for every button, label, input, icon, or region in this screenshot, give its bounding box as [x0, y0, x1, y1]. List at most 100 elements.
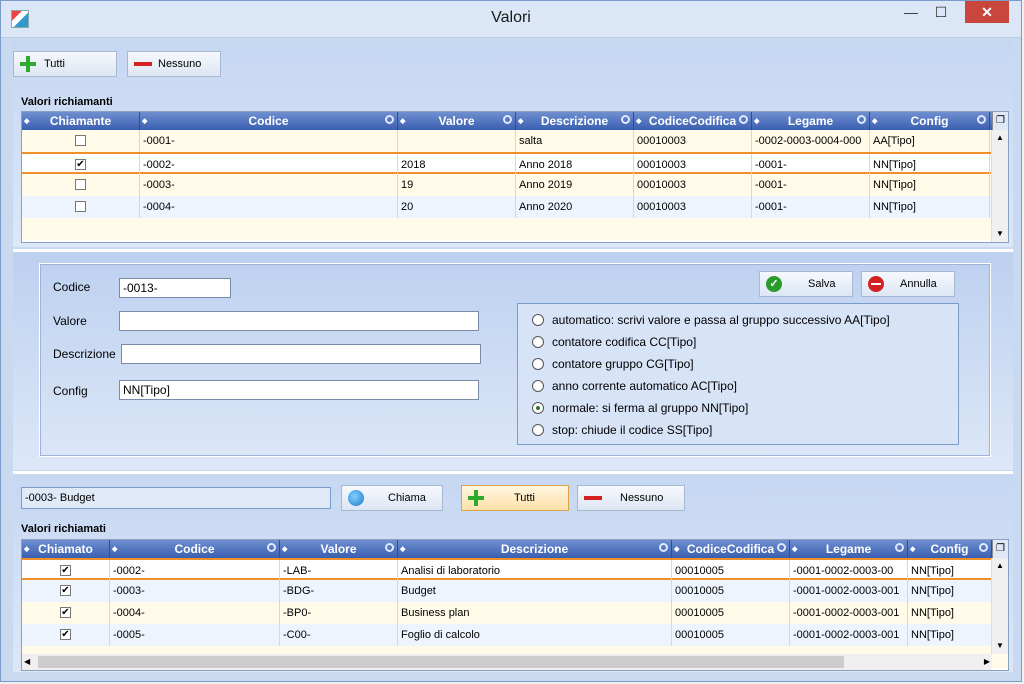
row-checkbox-cell[interactable] [22, 196, 140, 218]
radio-button[interactable] [532, 402, 544, 414]
row-checkbox-cell[interactable] [22, 174, 140, 196]
calling-values-grid[interactable]: ◆ Chiamante ◆ Codice ◆ Valore ◆ Descrizione ◆ Cod… [21, 111, 1009, 243]
column-header[interactable]: ◆ Valore [280, 540, 398, 558]
column-header[interactable]: ◆ Descrizione [398, 540, 672, 558]
column-header[interactable]: ◆ Codice [140, 112, 398, 130]
scroll-thumb[interactable] [38, 656, 844, 668]
vertical-scrollbar[interactable]: ▲ ▼ [991, 130, 1008, 242]
vertical-scrollbar[interactable]: ▲ ▼ [991, 558, 1008, 654]
row-checkbox-cell[interactable]: ✔ [22, 602, 110, 624]
column-header[interactable]: ◆ CodiceCodifica [672, 540, 790, 558]
radio-button[interactable] [532, 358, 544, 370]
column-header[interactable]: ◆ Legame [752, 112, 870, 130]
horizontal-scrollbar[interactable]: ◀ ▶ [22, 654, 992, 670]
column-search-icon[interactable] [267, 543, 276, 552]
column-header[interactable]: ◆ Config [908, 540, 992, 558]
select-all-calling-button[interactable]: Tutti [13, 51, 117, 77]
column-search-icon[interactable] [385, 115, 394, 124]
behavior-option[interactable]: automatico: scrivi valore e passa al gru… [532, 310, 890, 330]
called-values-grid[interactable]: ◆ Chiamato ◆ Codice ◆ Valore ◆ Descrizione ◆ Codi… [21, 539, 1009, 671]
row-checkbox[interactable]: ✔ [60, 629, 71, 640]
row-checkbox-cell[interactable] [22, 130, 140, 152]
column-chooser-icon[interactable]: ❐ [992, 540, 1008, 558]
behavior-option[interactable]: contatore gruppo CG[Tipo] [532, 354, 694, 374]
table-row[interactable]: ✔ -0002- -LAB- Analisi di laboratorio 000100… [22, 558, 1008, 582]
row-checkbox[interactable]: ✔ [60, 565, 71, 576]
row-checkbox-cell[interactable]: ✔ [22, 560, 110, 582]
title-bar[interactable]: Valori — ☐ ✕ [1, 1, 1021, 38]
descrizione-input[interactable] [121, 344, 481, 364]
column-search-icon[interactable] [857, 115, 866, 124]
column-chooser-icon[interactable]: ❐ [992, 112, 1008, 130]
row-checkbox[interactable] [75, 179, 86, 190]
column-search-icon[interactable] [385, 543, 394, 552]
column-header[interactable]: ◆ Valore [398, 112, 516, 130]
column-header[interactable]: ◆ Chiamato [22, 540, 110, 558]
scroll-up-icon[interactable]: ▲ [992, 558, 1008, 574]
row-checkbox[interactable]: ✔ [60, 585, 71, 596]
select-none-called-button[interactable]: Nessuno [577, 485, 685, 511]
column-header[interactable]: ◆ Descrizione [516, 112, 634, 130]
column-header-label: Descrizione [500, 542, 569, 556]
column-header[interactable]: ◆ Config [870, 112, 990, 130]
calling-section-label: Valori richiamanti [21, 96, 113, 108]
row-checkbox-cell[interactable]: ✔ [22, 624, 110, 646]
scroll-down-icon[interactable]: ▼ [992, 226, 1008, 242]
radio-button[interactable] [532, 314, 544, 326]
behavior-option[interactable]: stop: chiude il codice SS[Tipo] [532, 420, 712, 440]
row-checkbox[interactable] [75, 135, 86, 146]
radio-button[interactable] [532, 336, 544, 348]
save-button[interactable]: ✓ Salva [759, 271, 853, 297]
column-search-icon[interactable] [503, 115, 512, 124]
row-checkbox[interactable]: ✔ [75, 159, 86, 170]
radio-button[interactable] [532, 380, 544, 392]
column-search-icon[interactable] [621, 115, 630, 124]
column-search-icon[interactable] [777, 543, 786, 552]
table-row[interactable]: ✔ -0004- -BP0- Business plan 00010005 -0001-0… [22, 602, 1008, 624]
select-all-called-label: Tutti [514, 492, 535, 504]
config-input[interactable] [119, 380, 479, 400]
select-none-calling-button[interactable]: Nessuno [127, 51, 221, 77]
pin-icon: ◆ [872, 118, 878, 125]
cancel-button[interactable]: Annulla [861, 271, 955, 297]
table-row[interactable]: -0003- 19 Anno 2019 00010003 -0001- NN[Tipo] [22, 174, 1008, 196]
scroll-right-icon[interactable]: ▶ [984, 654, 990, 670]
select-all-called-button[interactable]: Tutti [461, 485, 569, 511]
valore-input[interactable] [119, 311, 479, 331]
scroll-down-icon[interactable]: ▼ [992, 638, 1008, 654]
column-header[interactable]: ◆ CodiceCodifica [634, 112, 752, 130]
column-search-icon[interactable] [895, 543, 904, 552]
column-search-icon[interactable] [739, 115, 748, 124]
scroll-up-icon[interactable]: ▲ [992, 130, 1008, 146]
row-checkbox-cell[interactable]: ✔ [22, 580, 110, 602]
behavior-option[interactable]: normale: si ferma al gruppo NN[Tipo] [532, 398, 748, 418]
behavior-option-label: stop: chiude il codice SS[Tipo] [552, 423, 713, 437]
scroll-left-icon[interactable]: ◀ [24, 654, 30, 670]
table-row[interactable]: -0001- salta 00010003 -0002-0003-0004-000 AA… [22, 130, 1008, 152]
row-checkbox[interactable]: ✔ [60, 607, 71, 618]
codice-input[interactable] [119, 278, 231, 298]
maximize-button[interactable]: ☐ [927, 1, 955, 23]
column-header[interactable]: ◆ Legame [790, 540, 908, 558]
table-row[interactable]: ✔ -0005- -C00- Foglio di calcolo 00010005 -00… [22, 624, 1008, 646]
table-row[interactable]: -0004- 20 Anno 2020 00010003 -0001- NN[Tipo] [22, 196, 1008, 218]
column-search-icon[interactable] [977, 115, 986, 124]
column-search-icon[interactable] [659, 543, 668, 552]
close-button[interactable]: ✕ [965, 1, 1009, 23]
column-header[interactable]: ◆ Codice [110, 540, 280, 558]
behavior-option[interactable]: contatore codifica CC[Tipo] [532, 332, 696, 352]
row-checkbox[interactable] [75, 201, 86, 212]
column-search-icon[interactable] [979, 543, 988, 552]
row-checkbox-cell[interactable]: ✔ [22, 154, 140, 176]
table-cell: NN[Tipo] [908, 580, 992, 602]
call-button[interactable]: Chiama [341, 485, 443, 511]
table-row[interactable]: ✔ -0003- -BDG- Budget 00010005 -0001-0002-000… [22, 580, 1008, 602]
column-header[interactable]: ◆ Chiamante [22, 112, 140, 130]
valore-label: Valore [53, 314, 87, 328]
table-cell: Foglio di calcolo [398, 624, 672, 646]
minimize-button[interactable]: — [897, 1, 925, 23]
table-row[interactable]: ✔ -0002- 2018 Anno 2018 00010003 -0001- NN[Tip… [22, 152, 1008, 176]
radio-button[interactable] [532, 424, 544, 436]
behavior-option[interactable]: anno corrente automatico AC[Tipo] [532, 376, 737, 396]
table-cell: NN[Tipo] [908, 624, 992, 646]
